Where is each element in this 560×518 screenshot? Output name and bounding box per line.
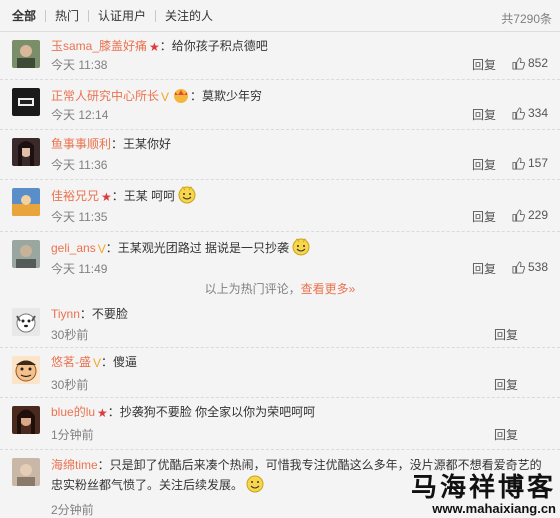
username-link[interactable]: 悠茗-盛 (51, 355, 91, 369)
comment-text: ：给你孩子积点德吧 (159, 39, 268, 53)
like-count: 538 (528, 260, 549, 274)
reply-button[interactable]: 回复 (472, 208, 496, 225)
comment-total-count: 共7290条 (501, 12, 552, 26)
thumbs-up-icon (512, 260, 525, 274)
username-link[interactable]: 玉sama_膝盖好痛 (51, 39, 147, 53)
thumbs-up-icon (512, 156, 525, 170)
comment-item: 佳裕兄兄 ★：王某 呵呵 今天 11:35 回复 229 (0, 180, 560, 232)
like-button[interactable]: 334 (512, 106, 548, 120)
comment-time: 30秒前 (51, 328, 89, 342)
comment-time: 今天 11:35 (51, 210, 108, 224)
thumbs-up-icon (512, 106, 525, 120)
comment-time: 今天 11:36 (51, 158, 108, 172)
comment-text: ：傻逼 (101, 355, 138, 369)
comment-time: 1分钟前 (51, 428, 94, 442)
avatar[interactable] (12, 356, 40, 384)
like-count: 852 (528, 56, 549, 70)
comment-text: ：王某你好 (111, 137, 172, 151)
reply-button[interactable]: 回复 (494, 376, 518, 393)
reply-button[interactable]: 回复 (472, 156, 496, 173)
comment-item: geli_ans V：王某观光团路过 据说是一只抄袭 今天 11:49 回复 53… (0, 232, 560, 280)
avatar[interactable] (12, 406, 40, 434)
view-more-link[interactable]: 查看更多» (301, 282, 356, 296)
tab-verified[interactable]: 认证用户 (89, 9, 157, 22)
site-watermark: 马海祥博客 www.mahaixiang.cn (411, 474, 556, 516)
comment-time: 今天 11:38 (51, 58, 108, 72)
comment-item: blue的lu ★：抄袭狗不要脸 你全家以你为荣吧呵呵 1分钟前 回复 (0, 398, 560, 450)
star-badge-icon: ★ (97, 406, 108, 420)
avatar[interactable] (12, 458, 40, 486)
avatar[interactable] (12, 240, 40, 268)
reply-button[interactable]: 回复 (472, 260, 496, 277)
like-count: 229 (528, 208, 549, 222)
username-link[interactable]: 海绵time (51, 458, 98, 472)
comment-time: 2分钟前 (51, 503, 94, 517)
comment-time: 30秒前 (51, 378, 89, 392)
username-link[interactable]: blue的lu (51, 405, 95, 419)
comment-item: 正常人研究中心所长 V ：莫欺少年穷 今天 12:14 回复 334 (0, 80, 560, 130)
verified-v-badge-icon: V (93, 356, 102, 370)
avatar[interactable] (12, 188, 40, 216)
crown-icon (174, 89, 189, 103)
avatar[interactable] (12, 308, 40, 336)
comment-time: 今天 12:14 (51, 108, 109, 122)
avatar[interactable] (12, 138, 40, 166)
username-link[interactable]: 佳裕兄兄 (51, 189, 99, 203)
hot-comments-divider: 以上为热门评论，查看更多» (0, 280, 560, 298)
comment-text-line: blue的lu ★：抄袭狗不要脸 你全家以你为荣吧呵呵 (51, 404, 315, 420)
verified-v-badge-icon: V (161, 90, 170, 104)
tab-all[interactable]: 全部 (12, 9, 47, 22)
comment-item: 玉sama_膝盖好痛 ★：给你孩子积点德吧 今天 11:38 回复 852 (0, 32, 560, 80)
username-link[interactable]: 鱼事事顺利 (51, 137, 111, 151)
reply-button[interactable]: 回复 (494, 426, 518, 443)
star-badge-icon: ★ (149, 40, 160, 54)
comment-item: 鱼事事顺利：王某你好 今天 11:36 回复 157 (0, 130, 560, 180)
watermark-url: www.mahaixiang.cn (432, 501, 556, 516)
watermark-title: 马海祥博客 (410, 473, 556, 503)
like-count: 157 (528, 156, 549, 170)
comment-text-line: 鱼事事顺利：王某你好 (51, 136, 171, 152)
tab-following[interactable]: 关注的人 (156, 10, 222, 22)
smiley-face-icon (246, 475, 264, 493)
comment-text: ：抄袭狗不要脸 你全家以你为荣吧呵呵 (107, 405, 316, 419)
comment-filter-tabs: 全部 热门 认证用户 关注的人 (0, 0, 560, 32)
thumbs-up-icon (512, 208, 525, 222)
verified-v-badge-icon: V (97, 242, 106, 256)
comment-text-line: 悠茗-盛 V：傻逼 (51, 354, 137, 370)
divider-text: 以上为热门评论， (204, 282, 301, 296)
comment-text-line: 佳裕兄兄 ★：王某 呵呵 (51, 186, 196, 204)
like-button[interactable]: 538 (512, 260, 548, 274)
reply-button[interactable]: 回复 (472, 106, 496, 123)
like-button[interactable]: 229 (512, 208, 548, 222)
username-link[interactable]: geli_ans (51, 241, 96, 255)
reply-button[interactable]: 回复 (472, 56, 496, 73)
comment-text: ：不要脸 (79, 307, 128, 321)
comment-text-line: geli_ans V：王某观光团路过 据说是一只抄袭 (51, 238, 310, 256)
comment-text: ：莫欺少年穷 (190, 89, 263, 103)
comment-text: ：王某 呵呵 (111, 189, 176, 203)
tab-hot[interactable]: 热门 (46, 9, 90, 22)
thumbs-up-icon (512, 56, 525, 70)
like-button[interactable]: 157 (512, 156, 548, 170)
avatar[interactable] (12, 40, 40, 68)
comment-item: Tiynn：不要脸 30秒前 回复 (0, 300, 560, 348)
avatar[interactable] (12, 88, 40, 116)
like-count: 334 (528, 106, 549, 120)
smiley-face-icon (292, 238, 310, 256)
comment-text: ：王某观光团路过 据说是一只抄袭 (105, 241, 290, 255)
comment-text-line: 玉sama_膝盖好痛 ★：给你孩子积点德吧 (51, 38, 268, 54)
comment-text-line: Tiynn：不要脸 (51, 306, 128, 322)
like-button[interactable]: 852 (512, 56, 548, 70)
smiley-face-icon (178, 186, 196, 204)
star-badge-icon: ★ (101, 190, 112, 204)
reply-button[interactable]: 回复 (494, 326, 518, 343)
comment-item: 悠茗-盛 V：傻逼 30秒前 回复 (0, 348, 560, 398)
comment-time: 今天 11:49 (51, 262, 108, 276)
username-link[interactable]: 正常人研究中心所长 (51, 89, 159, 103)
username-link[interactable]: Tiynn (51, 307, 80, 321)
comment-text-line: 正常人研究中心所长 V ：莫欺少年穷 (51, 86, 262, 104)
